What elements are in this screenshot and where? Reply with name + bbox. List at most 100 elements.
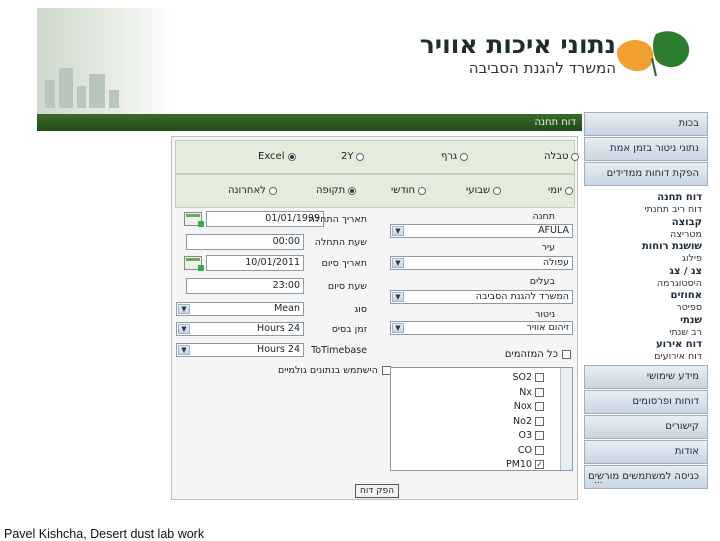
radio-circle[interactable]: [493, 186, 502, 195]
owner-label: בעלים: [529, 276, 555, 287]
site-title: נתוני איכות אוויר: [419, 30, 616, 59]
pollutant-item[interactable]: PM10 ✓: [506, 459, 544, 470]
radio-circle[interactable]: [348, 186, 357, 195]
start-time-input[interactable]: 00:00: [186, 234, 304, 250]
monitor-label: ניטור: [534, 309, 555, 320]
report-form-panel: טבלה גרף 2Y Excel יומי שבועי חודשי תקופה לאחרונ…: [171, 136, 580, 500]
calendar-icon[interactable]: [184, 212, 204, 227]
radio-period-option[interactable]: לאחרונה: [228, 185, 277, 196]
produce-report-button[interactable]: הפק דוח: [355, 484, 399, 498]
to-timebase-label: ToTimebase: [311, 345, 367, 356]
all-pollutants-option[interactable]: כל המזהמים: [505, 349, 571, 360]
sidebar-item-about[interactable]: אודות: [584, 439, 708, 464]
sidebar-item-publications[interactable]: דוחות ופרסומים: [584, 389, 708, 414]
sidebar-subitem[interactable]: שושנת רוחות: [584, 241, 702, 253]
radio-format-option[interactable]: גרף: [441, 151, 469, 162]
sidebar-subitem[interactable]: היסטוגרמה: [584, 278, 702, 290]
chevron-down-icon[interactable]: ▼: [392, 323, 404, 333]
radio-circle[interactable]: [287, 152, 296, 161]
radio-format-option[interactable]: 2Y: [341, 151, 365, 162]
pollutant-item[interactable]: Nox: [514, 401, 544, 412]
radio-period-option[interactable]: יומי: [548, 185, 573, 196]
time-base-select[interactable]: ▼ Hours 24: [176, 322, 304, 336]
end-date-input[interactable]: 10/01/2011: [206, 255, 304, 271]
pollutant-item[interactable]: O3: [518, 430, 544, 441]
type-label: סוג: [354, 304, 367, 315]
radio-period-option[interactable]: שבועי: [466, 185, 502, 196]
radio-circle[interactable]: [460, 152, 469, 161]
sidebar-subitem[interactable]: דוח תחנה: [584, 192, 702, 204]
sidebar-subitem[interactable]: פילוג: [584, 253, 702, 265]
format-options-row: טבלה גרף 2Y Excel: [175, 140, 580, 174]
pollutant-item[interactable]: No2: [513, 416, 544, 427]
chevron-down-icon[interactable]: ▼: [178, 304, 190, 314]
scrollbar[interactable]: [560, 368, 572, 470]
sidebar-subitem[interactable]: מטריצה: [584, 229, 702, 241]
pollutant-checkbox[interactable]: [535, 445, 544, 455]
breadcrumb: דוח תחנה: [37, 114, 582, 131]
sidebar-subitem[interactable]: דוח אירוע: [584, 339, 702, 351]
radio-circle[interactable]: [418, 186, 427, 195]
sidebar-sub-list: דוח תחנה דוח ריב תחנתי קבוצה מטריצה שושנת רו…: [584, 187, 708, 365]
end-date-label: תאריך סיום: [321, 258, 367, 269]
radio-circle[interactable]: [268, 186, 277, 195]
pollutant-item[interactable]: CO: [518, 445, 544, 456]
start-time-label: שעת התחלה: [314, 237, 367, 248]
to-timebase-select[interactable]: ▼ Hours 24: [176, 343, 304, 357]
pollutant-item[interactable]: Nx: [519, 387, 544, 398]
sidebar-subitem[interactable]: אחוזים: [584, 290, 703, 302]
type-select[interactable]: ▼ Mean: [176, 302, 304, 316]
radio-circle[interactable]: [565, 186, 573, 195]
radio-format-option[interactable]: טבלה: [544, 151, 580, 162]
pollutant-checkbox[interactable]: ✓: [535, 460, 544, 469]
owner-select[interactable]: ▼ המשרד להגנת הסביבה: [390, 290, 573, 304]
slide-caption: Pavel Kishcha, Desert dust lab work: [4, 527, 205, 541]
sidebar-item-realtime[interactable]: נתוני ניטור בזמן אמת: [584, 137, 708, 161]
sidebar-item-useful-info[interactable]: מידע שימושי: [584, 364, 708, 389]
radio-circle[interactable]: [356, 152, 365, 161]
radio-period-option[interactable]: תקופה: [316, 185, 357, 196]
sidebar-item-reports[interactable]: הפקת דוחות ממדידים: [584, 162, 708, 186]
end-time-input[interactable]: 23:00: [186, 278, 304, 294]
radio-format-option[interactable]: Excel: [258, 151, 296, 162]
monitor-select[interactable]: ▼ זיהום אוויר: [390, 321, 573, 335]
sidebar-item-home[interactable]: בכות: [584, 112, 708, 136]
pollutant-checkbox[interactable]: [535, 387, 544, 397]
sidebar-subitem[interactable]: שנתי: [584, 315, 702, 327]
sidebar-item-login[interactable]: כניסה למשתמשים מורשים: [584, 464, 708, 489]
sidebar-item-links[interactable]: קישורים: [584, 414, 708, 439]
pollutant-checkbox[interactable]: [535, 431, 544, 440]
sidebar-subitem[interactable]: צג / צג: [584, 266, 702, 278]
chevron-down-icon[interactable]: ▼: [178, 324, 190, 334]
pollutants-list[interactable]: SO2 Nx Nox No2 O3 CO PM10 ✓: [390, 367, 573, 471]
station-select[interactable]: ▼ AFULA: [390, 224, 573, 238]
sidebar-nav: בכות נתוני ניטור בזמן אמת הפקת דוחות ממד…: [584, 112, 708, 489]
all-pollutants-checkbox[interactable]: [562, 350, 571, 359]
header-city-graphic: [37, 8, 177, 114]
pollutant-checkbox[interactable]: [535, 373, 544, 382]
station-label: תחנה: [532, 211, 555, 222]
sidebar-subitem[interactable]: קבוצה: [584, 217, 702, 229]
leaves-logo-icon: [616, 31, 690, 77]
pollutant-checkbox[interactable]: [535, 402, 544, 411]
sidebar-subitem[interactable]: רב שנתי: [584, 327, 702, 339]
period-options-row: יומי שבועי חודשי תקופה לאחרונה: [175, 174, 575, 208]
pollutant-checkbox[interactable]: [535, 416, 544, 426]
radio-circle[interactable]: [571, 152, 580, 161]
raw-data-option[interactable]: הישתמש בנתונים גולמיים: [278, 365, 391, 376]
chevron-down-icon[interactable]: ▼: [392, 292, 404, 302]
chevron-down-icon[interactable]: ▼: [178, 345, 190, 355]
more-indicator: ...: [594, 476, 603, 486]
calendar-icon[interactable]: [184, 256, 204, 271]
time-base-label: זמן בסיס: [331, 324, 367, 335]
start-date-label: תאריך התחלה: [308, 214, 367, 225]
sidebar-subitem[interactable]: דוח ריב תחנתי: [584, 204, 702, 216]
city-select[interactable]: ▼ עפולה: [390, 256, 573, 270]
chevron-down-icon[interactable]: ▼: [392, 226, 404, 236]
radio-period-option[interactable]: חודשי: [391, 185, 427, 196]
start-date-input[interactable]: 01/01/1999: [206, 211, 324, 227]
chevron-down-icon[interactable]: ▼: [392, 258, 404, 268]
sidebar-subitem[interactable]: דוח אירועים: [584, 351, 702, 363]
sidebar-subitem[interactable]: ספיטר: [584, 302, 702, 314]
pollutant-item[interactable]: SO2: [512, 372, 544, 383]
